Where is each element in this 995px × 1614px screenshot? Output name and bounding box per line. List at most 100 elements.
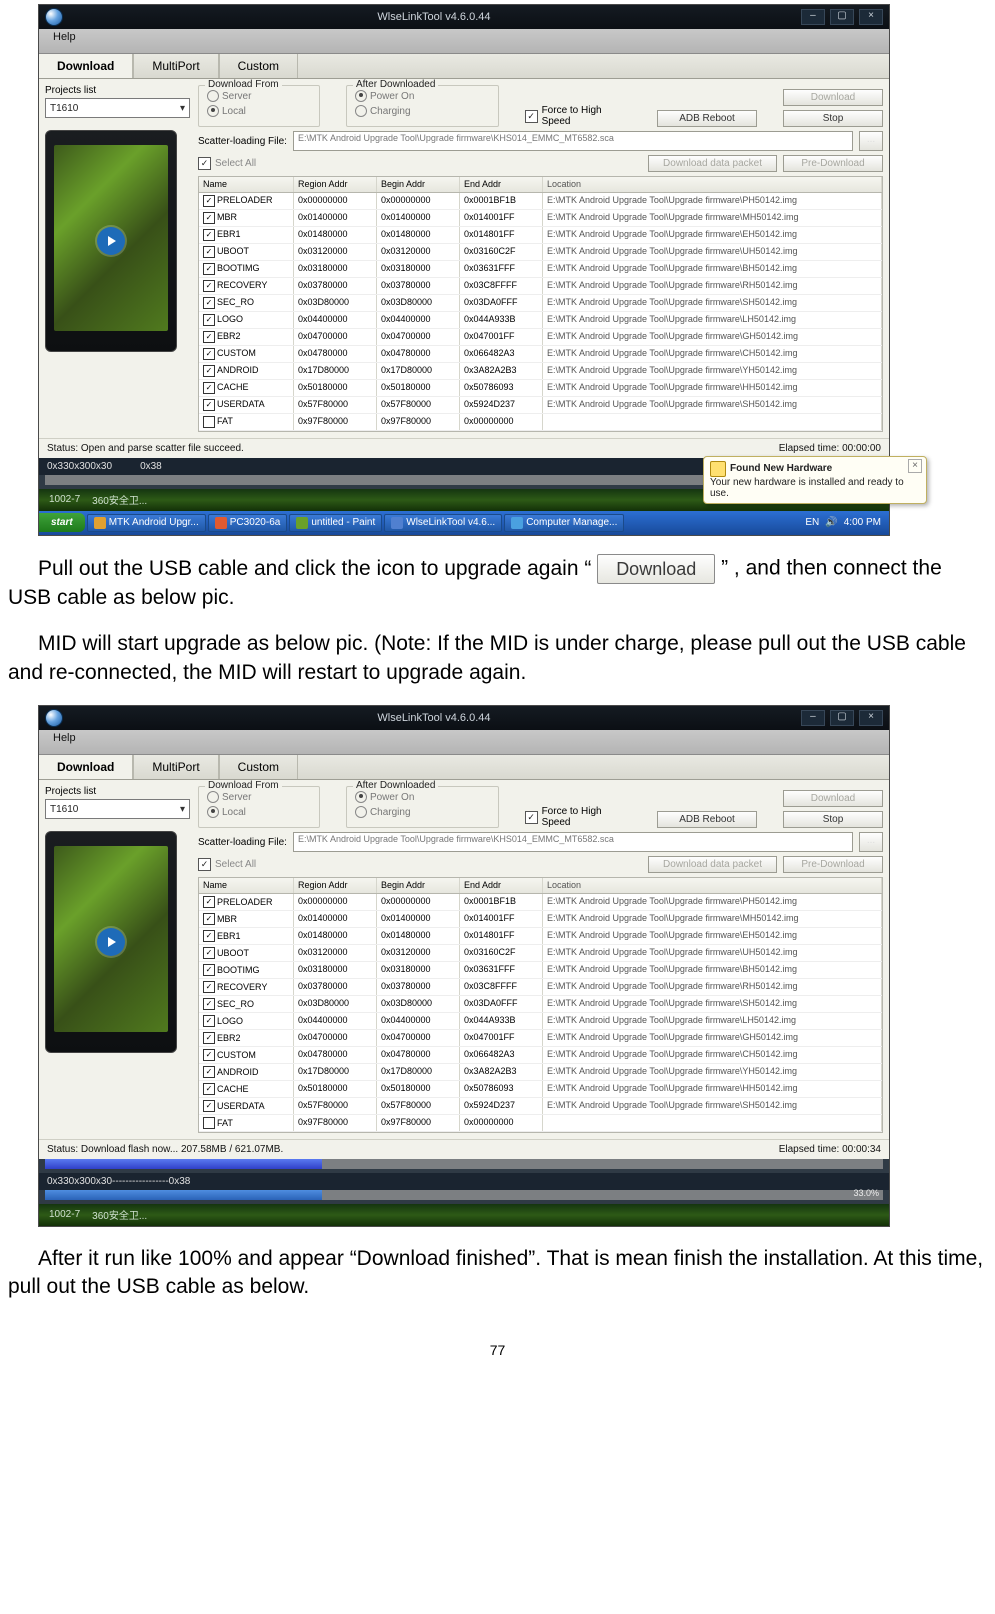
table-row[interactable]: ✓MBR0x014000000x014000000x014001FFE:\MTK…	[199, 210, 882, 227]
table-row[interactable]: FAT0x97F800000x97F800000x00000000	[199, 1115, 882, 1132]
project-select[interactable]: T1610 ▾	[45, 799, 190, 819]
radio-local[interactable]: Local	[207, 806, 246, 818]
stop-button[interactable]: Stop	[783, 110, 883, 127]
found-hardware-balloon[interactable]: × Found New Hardware Your new hardware i…	[703, 456, 927, 504]
row-check[interactable]: ✓	[203, 246, 215, 258]
tab-download[interactable]: Download	[39, 54, 133, 78]
row-check[interactable]: ✓	[203, 297, 215, 309]
table-row[interactable]: FAT0x97F800000x97F800000x00000000	[199, 414, 882, 431]
volume-icon[interactable]: 🔊	[825, 517, 837, 528]
row-check[interactable]: ✓	[203, 913, 215, 925]
maximize-icon[interactable]: ▢	[830, 710, 854, 726]
system-tray[interactable]: EN 🔊 4:00 PM	[801, 517, 885, 528]
row-check[interactable]: ✓	[203, 399, 215, 411]
table-row[interactable]: ✓CUSTOM0x047800000x047800000x066482A3E:\…	[199, 1047, 882, 1064]
row-check[interactable]: ✓	[203, 981, 215, 993]
minimize-icon[interactable]: –	[801, 9, 825, 25]
row-check[interactable]: ✓	[203, 964, 215, 976]
adb-reboot-button[interactable]: ADB Reboot	[657, 811, 757, 828]
row-check[interactable]: ✓	[203, 382, 215, 394]
taskbar[interactable]: start MTK Android Upgr... PC3020-6a unti…	[39, 511, 889, 535]
row-check[interactable]: ✓	[203, 1083, 215, 1095]
adb-reboot-button[interactable]: ADB Reboot	[657, 110, 757, 127]
download-data-packet-button[interactable]: Download data packet	[648, 856, 777, 873]
table-row[interactable]: ✓USERDATA0x57F800000x57F800000x5924D237E…	[199, 1098, 882, 1115]
row-check[interactable]: ✓	[203, 1049, 215, 1061]
row-check[interactable]: ✓	[203, 314, 215, 326]
tab-custom[interactable]: Custom	[220, 54, 298, 78]
row-check[interactable]: ✓	[203, 331, 215, 343]
row-check[interactable]: ✓	[203, 896, 215, 908]
menu-help[interactable]: Help	[53, 31, 76, 43]
menu-bar[interactable]: Help	[39, 730, 889, 755]
row-check[interactable]	[203, 416, 215, 428]
table-row[interactable]: ✓EBR10x014800000x014800000x014801FFE:\MT…	[199, 928, 882, 945]
radio-poweron[interactable]: Power On	[355, 90, 414, 102]
download-data-packet-button[interactable]: Download data packet	[648, 155, 777, 172]
row-check[interactable]: ✓	[203, 348, 215, 360]
radio-charging[interactable]: Charging	[355, 806, 411, 818]
task-tool[interactable]: WlseLinkTool v4.6...	[384, 514, 502, 532]
minimize-icon[interactable]: –	[801, 710, 825, 726]
menu-help[interactable]: Help	[53, 732, 76, 744]
download-button[interactable]: Download	[783, 89, 883, 106]
task-pc[interactable]: PC3020-6a	[208, 514, 288, 532]
table-row[interactable]: ✓RECOVERY0x037800000x037800000x03C8FFFFE…	[199, 278, 882, 295]
row-check[interactable]: ✓	[203, 998, 215, 1010]
table-row[interactable]: ✓EBR20x047000000x047000000x047001FFE:\MT…	[199, 1030, 882, 1047]
menu-bar[interactable]: Help	[39, 29, 889, 54]
row-check[interactable]	[203, 1117, 215, 1129]
title-bar[interactable]: WlseLinkTool v4.6.0.44 – ▢ ×	[39, 5, 889, 29]
table-row[interactable]: ✓ANDROID0x17D800000x17D800000x3A82A2B3E:…	[199, 1064, 882, 1081]
table-row[interactable]: ✓LOGO0x044000000x044000000x044A933BE:\MT…	[199, 312, 882, 329]
row-check[interactable]: ✓	[203, 280, 215, 292]
tab-multiport[interactable]: MultiPort	[134, 54, 218, 78]
table-row[interactable]: ✓BOOTIMG0x031800000x031800000x03631FFFE:…	[199, 261, 882, 278]
table-row[interactable]: ✓UBOOT0x031200000x031200000x03160C2FE:\M…	[199, 244, 882, 261]
maximize-icon[interactable]: ▢	[830, 9, 854, 25]
table-row[interactable]: ✓USERDATA0x57F800000x57F800000x5924D237E…	[199, 397, 882, 414]
task-paint[interactable]: untitled - Paint	[289, 514, 382, 532]
radio-charging[interactable]: Charging	[355, 105, 411, 117]
select-all-check[interactable]: ✓Select All	[198, 858, 256, 871]
table-row[interactable]: ✓CACHE0x501800000x501800000x50786093E:\M…	[199, 1081, 882, 1098]
tab-custom[interactable]: Custom	[220, 755, 298, 779]
select-all-check[interactable]: ✓Select All	[198, 157, 256, 170]
scatter-path-input[interactable]: E:\MTK Android Upgrade Tool\Upgrade firm…	[293, 131, 853, 151]
close-icon[interactable]: ×	[859, 9, 883, 25]
pre-download-button[interactable]: Pre-Download	[783, 155, 883, 172]
browse-button[interactable]: ...	[859, 131, 883, 151]
balloon-close-icon[interactable]: ×	[908, 459, 922, 473]
table-row[interactable]: ✓BOOTIMG0x031800000x031800000x03631FFFE:…	[199, 962, 882, 979]
close-icon[interactable]: ×	[859, 710, 883, 726]
table-row[interactable]: ✓CUSTOM0x047800000x047800000x066482A3E:\…	[199, 346, 882, 363]
start-button[interactable]: start	[39, 513, 85, 532]
table-row[interactable]: ✓UBOOT0x031200000x031200000x03160C2FE:\M…	[199, 945, 882, 962]
radio-poweron[interactable]: Power On	[355, 791, 414, 803]
table-row[interactable]: ✓SEC_RO0x03D800000x03D800000x03DA0FFFE:\…	[199, 295, 882, 312]
force-high-speed-check[interactable]: ✓Force to High Speed	[525, 806, 631, 828]
row-check[interactable]: ✓	[203, 1015, 215, 1027]
tab-multiport[interactable]: MultiPort	[134, 755, 218, 779]
stop-button[interactable]: Stop	[783, 811, 883, 828]
row-check[interactable]: ✓	[203, 930, 215, 942]
radio-local[interactable]: Local	[207, 105, 246, 117]
table-row[interactable]: ✓LOGO0x044000000x044000000x044A933BE:\MT…	[199, 1013, 882, 1030]
table-row[interactable]: ✓EBR10x014800000x014800000x014801FFE:\MT…	[199, 227, 882, 244]
row-check[interactable]: ✓	[203, 195, 215, 207]
row-check[interactable]: ✓	[203, 1100, 215, 1112]
browse-button[interactable]: ...	[859, 832, 883, 852]
table-row[interactable]: ✓MBR0x014000000x014000000x014001FFE:\MTK…	[199, 911, 882, 928]
table-row[interactable]: ✓SEC_RO0x03D800000x03D800000x03DA0FFFE:\…	[199, 996, 882, 1013]
task-mtk[interactable]: MTK Android Upgr...	[87, 514, 206, 532]
table-row[interactable]: ✓CACHE0x501800000x501800000x50786093E:\M…	[199, 380, 882, 397]
row-check[interactable]: ✓	[203, 1032, 215, 1044]
window-controls[interactable]: – ▢ ×	[799, 9, 883, 25]
row-check[interactable]: ✓	[203, 1066, 215, 1078]
task-compmgr[interactable]: Computer Manage...	[504, 514, 624, 532]
title-bar[interactable]: WlseLinkTool v4.6.0.44 – ▢ ×	[39, 706, 889, 730]
radio-server[interactable]: Server	[207, 791, 251, 803]
tab-download[interactable]: Download	[39, 755, 133, 779]
table-row[interactable]: ✓ANDROID0x17D800000x17D800000x3A82A2B3E:…	[199, 363, 882, 380]
window-controls[interactable]: – ▢ ×	[799, 710, 883, 726]
